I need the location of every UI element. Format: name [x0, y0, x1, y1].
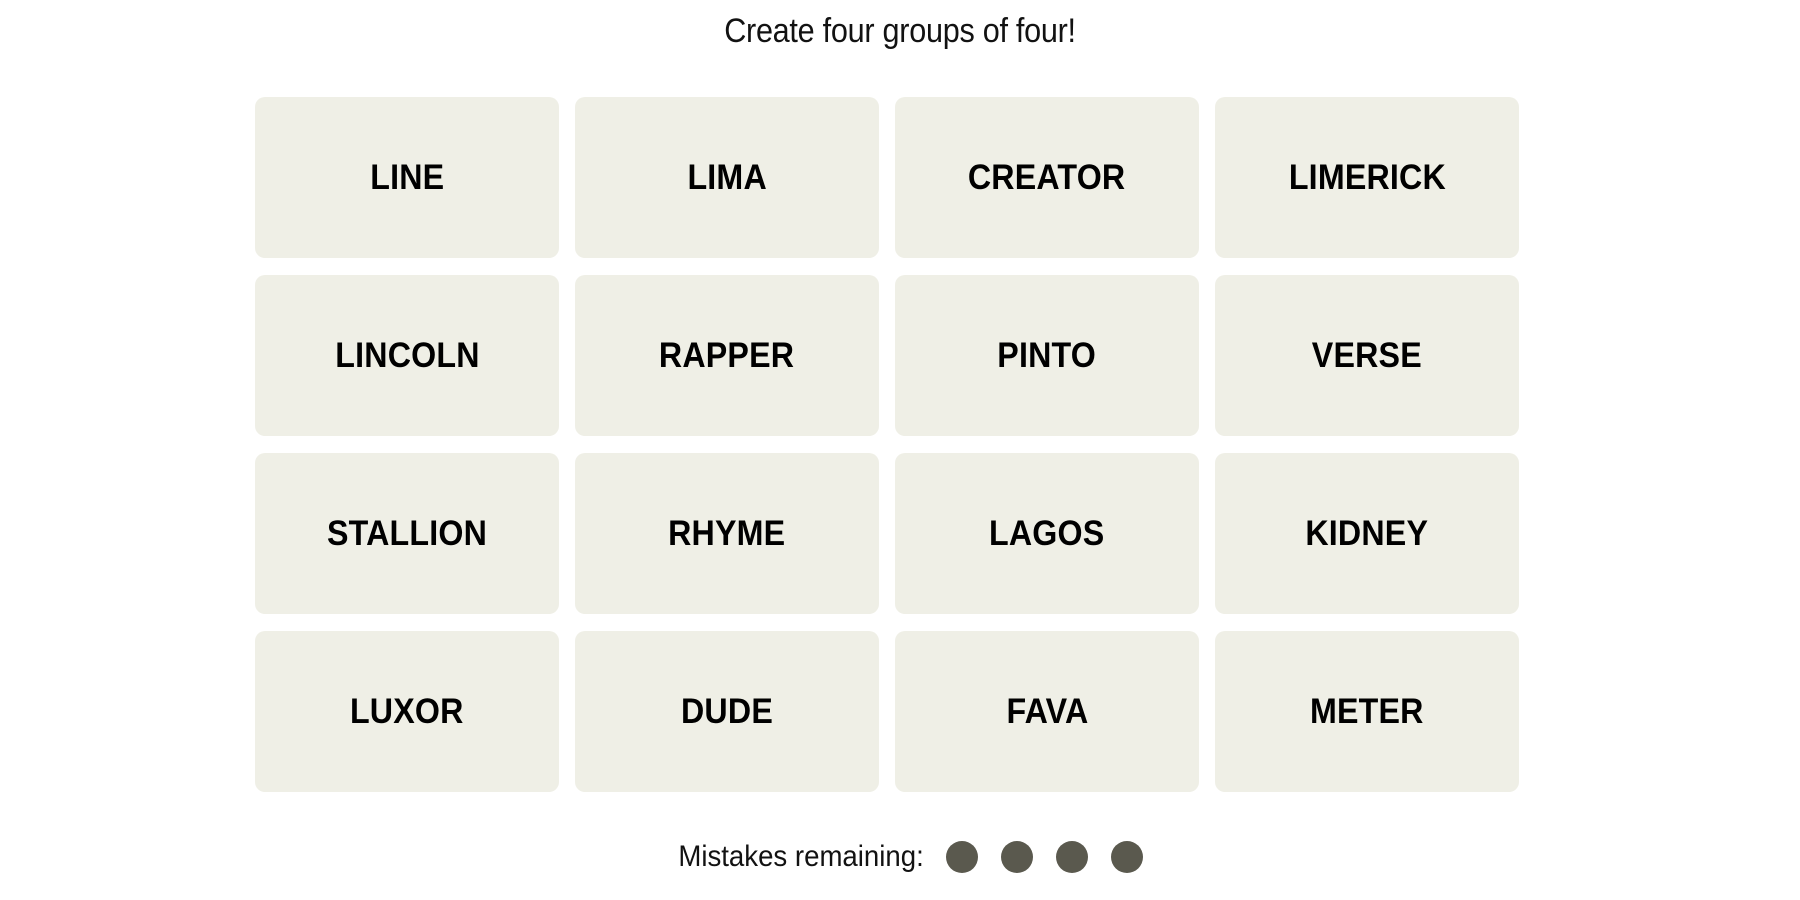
word-tile[interactable]: RHYME [575, 453, 879, 614]
word-tile[interactable]: KIDNEY [1215, 453, 1519, 614]
word-tile-label: STALLION [326, 513, 488, 553]
word-tile-label: RAPPER [659, 335, 795, 375]
word-tile-label: LIMA [687, 157, 767, 197]
word-tile-label: FAVA [1006, 691, 1088, 731]
word-tile[interactable]: STALLION [255, 453, 559, 614]
game-instructions: Create four groups of four! [724, 12, 1076, 50]
word-tile-label: PINTO [997, 335, 1097, 375]
word-tile[interactable]: LINE [255, 97, 559, 258]
mistake-dot-icon [1055, 841, 1088, 873]
word-tile[interactable]: CREATOR [895, 97, 1199, 258]
word-tile-label: LAGOS [989, 513, 1105, 553]
word-tile-label: RHYME [668, 513, 786, 553]
word-tile-label: CREATOR [968, 157, 1126, 197]
word-tile-label: LINE [369, 157, 445, 197]
word-tile[interactable]: RAPPER [575, 275, 879, 436]
word-tile[interactable]: DUDE [575, 631, 879, 792]
mistake-dots [945, 841, 1143, 873]
word-tile-label: KIDNEY [1305, 513, 1429, 553]
word-tile-label: LIMERICK [1288, 157, 1446, 197]
word-tile[interactable]: LIMERICK [1215, 97, 1519, 258]
mistake-dot-icon [1110, 841, 1143, 873]
word-tile-label: LUXOR [350, 691, 464, 731]
word-tile-label: LINCOLN [334, 335, 480, 375]
word-tile[interactable]: METER [1215, 631, 1519, 792]
word-tile[interactable]: LUXOR [255, 631, 559, 792]
word-tile[interactable]: VERSE [1215, 275, 1519, 436]
word-grid: LINE LIMA CREATOR LIMERICK LINCOLN RAPPE… [255, 97, 1519, 793]
word-tile-label: DUDE [680, 691, 773, 731]
mistake-dot-icon [945, 841, 978, 873]
word-tile-label: METER [1310, 691, 1424, 731]
word-tile[interactable]: FAVA [895, 631, 1199, 792]
word-tile[interactable]: LIMA [575, 97, 879, 258]
mistake-dot-icon [1000, 841, 1033, 873]
word-tile-label: VERSE [1311, 335, 1423, 375]
mistakes-remaining: Mistakes remaining: [0, 840, 1800, 874]
mistakes-label: Mistakes remaining: [678, 840, 924, 873]
word-tile[interactable]: LINCOLN [255, 275, 559, 436]
word-tile[interactable]: LAGOS [895, 453, 1199, 614]
word-tile[interactable]: PINTO [895, 275, 1199, 436]
